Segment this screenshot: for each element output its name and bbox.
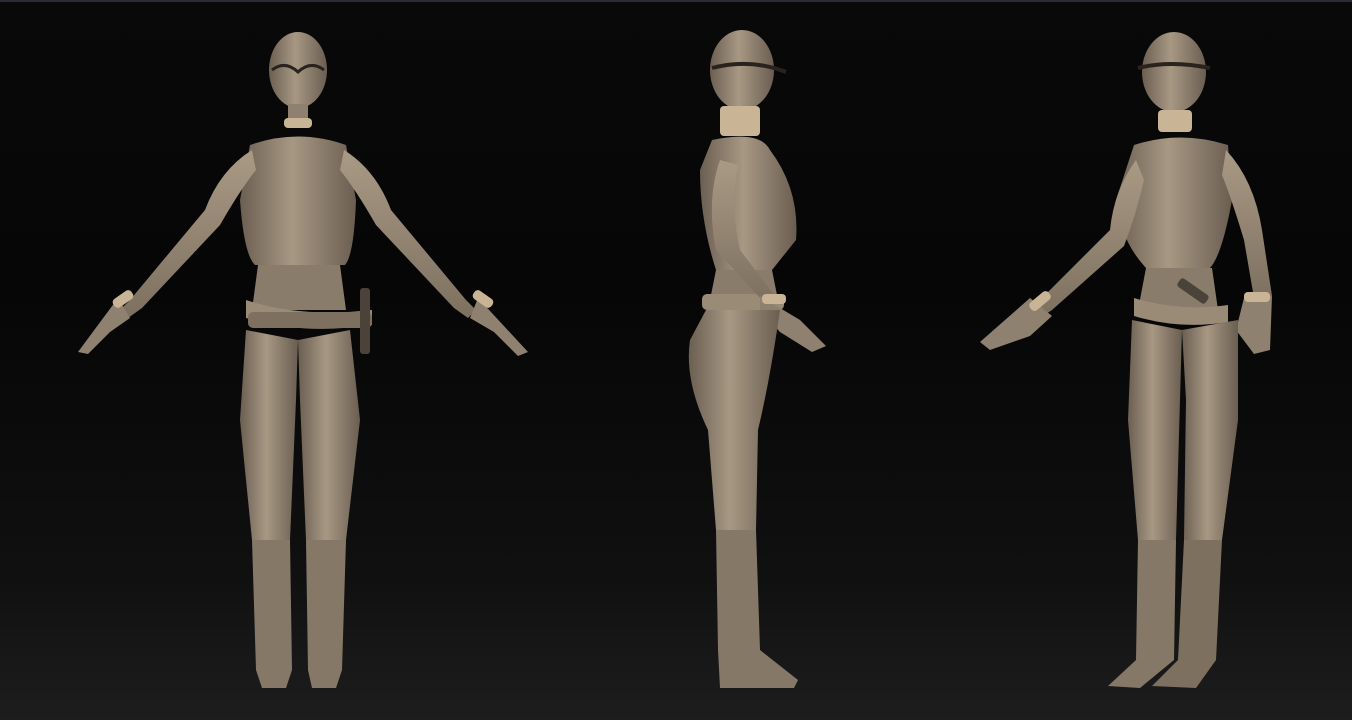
sculpt-viewport[interactable] — [0, 0, 1352, 720]
leg-right — [1182, 320, 1238, 540]
figure-three-quarter-view[interactable] — [980, 32, 1272, 688]
hand-right — [470, 298, 528, 356]
midriff — [252, 265, 346, 310]
arm-left — [120, 150, 256, 318]
figure-front-view[interactable] — [78, 32, 528, 688]
head — [1142, 32, 1206, 112]
belt-lower — [248, 312, 372, 328]
leg-left — [240, 330, 298, 540]
boot-right — [306, 540, 346, 688]
hand-right — [1236, 296, 1272, 354]
boot-left — [1108, 540, 1176, 688]
boot — [716, 530, 798, 688]
leg — [688, 310, 780, 530]
collar — [284, 118, 312, 128]
holster — [360, 288, 370, 354]
collar — [1158, 110, 1192, 132]
bracelet — [762, 294, 786, 304]
arm-right — [1222, 150, 1272, 298]
bracelet-right — [1244, 292, 1270, 302]
leg-left — [1128, 320, 1182, 540]
boot-left — [252, 540, 292, 688]
torso — [240, 136, 356, 265]
hand-left — [78, 298, 130, 354]
leg-right — [298, 330, 360, 540]
figure-side-view[interactable] — [688, 30, 826, 688]
model-scene[interactable] — [0, 0, 1352, 720]
collar — [720, 106, 760, 136]
head — [710, 30, 774, 110]
